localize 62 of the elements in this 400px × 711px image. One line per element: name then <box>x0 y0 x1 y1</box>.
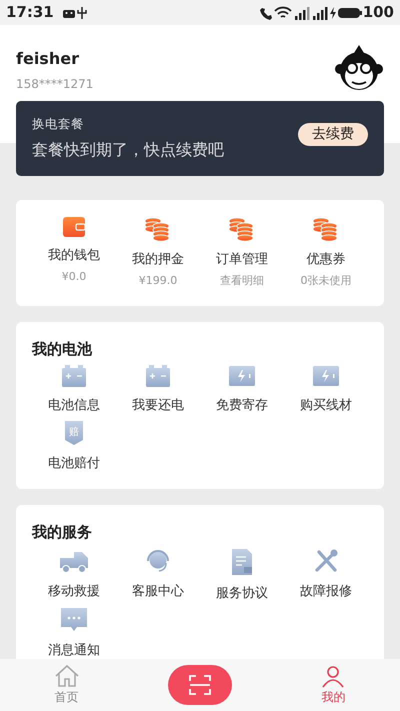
item-label: 免费寄存 <box>216 397 268 416</box>
wallet-icon <box>62 216 86 238</box>
item-label: 消息通知 <box>48 642 100 659</box>
section-title: 我的服务 <box>30 522 93 544</box>
chat-icon <box>60 607 88 634</box>
grid-item[interactable]: 赔 电池赔付 <box>32 420 116 474</box>
plan-message: 套餐快到期了，快点续费吧 <box>32 138 224 161</box>
item-label: 故障报修 <box>300 582 352 601</box>
badge-icon: 赔 <box>64 420 84 446</box>
home-icon <box>54 664 80 688</box>
headset-icon <box>145 548 171 574</box>
battery-icon <box>61 364 87 388</box>
tools-icon <box>313 548 339 574</box>
status-time: 17:31 <box>6 2 54 24</box>
item-label: 购买线材 <box>300 397 352 416</box>
person-icon <box>320 664 346 688</box>
grid-item[interactable]: 电池信息 <box>32 364 116 416</box>
wifi-icon <box>272 6 293 20</box>
grid-item[interactable]: 免费寄存 <box>200 364 284 416</box>
wallet-item[interactable]: 优惠券 0张未使用 <box>284 216 368 290</box>
item-label: 电池赔付 <box>48 454 100 473</box>
grid-item[interactable]: 我要还电 <box>116 364 200 416</box>
signal-icon <box>292 6 311 20</box>
item-label: 客服中心 <box>132 582 184 601</box>
grid-item[interactable]: 移动救援 <box>32 548 116 604</box>
item-label: 服务协议 <box>216 584 268 603</box>
grid-item[interactable]: 故障报修 <box>284 548 368 604</box>
monkey-avatar-icon <box>334 43 384 93</box>
item-value: ¥199.0 <box>138 273 178 290</box>
section-title: 我的电池 <box>30 338 94 360</box>
phone-icon <box>258 6 273 20</box>
item-label: 电池信息 <box>48 397 100 416</box>
item-label: 订单管理 <box>216 250 268 269</box>
battery-charge-icon <box>228 364 256 388</box>
phone-number: 158****1271 <box>16 76 94 93</box>
document-icon <box>230 548 254 576</box>
renew-button[interactable]: 去续费 <box>298 122 368 146</box>
grid-item[interactable]: 服务协议 <box>200 548 284 604</box>
user-name: feisher <box>16 48 80 70</box>
item-label: 我要还电 <box>132 397 184 416</box>
item-value: 0张未使用 <box>300 273 352 290</box>
scan-button[interactable] <box>168 665 232 705</box>
battery-percent: 100 <box>362 2 394 24</box>
plan-title: 换电套餐 <box>32 115 85 133</box>
scan-icon <box>188 675 211 695</box>
item-label: 优惠券 <box>306 250 346 269</box>
item-value: 查看明细 <box>220 273 264 290</box>
charging-icon <box>328 6 337 20</box>
item-label: 我的钱包 <box>48 246 100 265</box>
item-label: 我的押金 <box>132 250 184 269</box>
wallet-item[interactable]: 订单管理 查看明细 <box>200 216 284 290</box>
item-value: ¥0.0 <box>62 269 86 286</box>
grid-item[interactable]: 购买线材 <box>284 364 368 416</box>
grid-item[interactable]: 消息通知 <box>32 607 116 659</box>
tab-item[interactable]: 我的 <box>266 664 400 706</box>
signal-icon <box>310 6 329 20</box>
battery-icon <box>145 364 171 388</box>
grid-item[interactable]: 客服中心 <box>116 548 200 604</box>
item-label: 移动救援 <box>48 582 100 601</box>
wallet-item[interactable]: 我的钱包 ¥0.0 <box>32 216 116 290</box>
battery-charge-icon <box>312 364 340 388</box>
wallet-item[interactable]: 我的押金 ¥199.0 <box>116 216 200 290</box>
